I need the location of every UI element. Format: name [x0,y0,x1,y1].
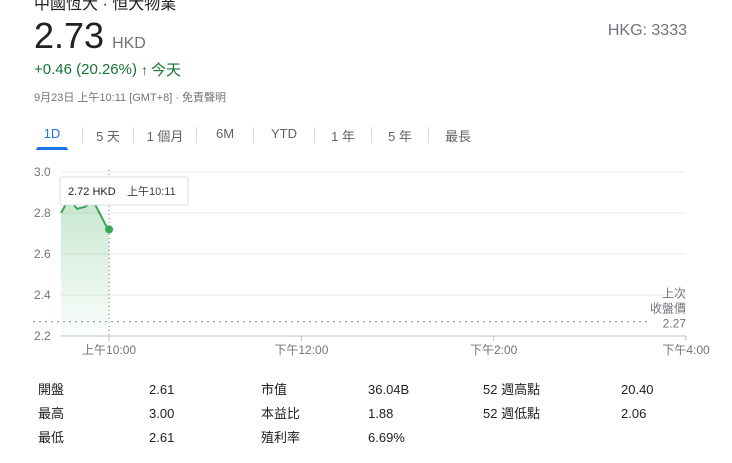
current-price: 2.73 [34,15,105,56]
stat-value: 2.06 [621,406,647,421]
y-tick-label: 3.0 [34,165,51,179]
tab-1d[interactable]: 1D [34,118,70,150]
y-tick-label: 2.2 [34,329,51,343]
stat-value: 6.69% [368,430,405,445]
price-chart[interactable]: 3.0 2.8 2.6 2.4 2.2 上午10:00 下午12:00 下午2:00 下午4:0… [0,160,732,365]
ticker-symbol: HKG: 3333 [607,22,687,39]
x-tick-label: 下午2:00 [470,343,518,357]
y-tick-label: 2.6 [34,247,51,261]
x-tick-label: 下午4:00 [662,343,710,357]
up-arrow-icon: ↑ [141,61,148,78]
previous-close-value: 2.27 [663,317,687,331]
change-value: +0.46 (20.26%) [34,61,137,78]
stat-label: 開盤 [38,382,65,397]
tab-6m[interactable]: 6M [197,118,253,150]
stat-value: 2.61 [149,430,175,445]
price-block: 2.73 HKD [34,16,146,56]
previous-close-label: 收盤價 [650,302,686,316]
page-title: 中國恆大 · 恒大物業 [34,0,177,13]
stat-label: 市值 [261,382,288,397]
tooltip-time: 上午10:11 [127,185,176,198]
tab-1y[interactable]: 1 年 [315,118,371,150]
stat-label: 52 週低點 [483,406,541,421]
currency-label: HKD [112,35,146,52]
tab-max[interactable]: 最長 [429,118,487,150]
stat-value: 20.40 [621,382,654,397]
stat-label: 最低 [38,430,65,445]
tab-1m[interactable]: 1 個月 [134,118,196,150]
y-tick-label: 2.8 [34,206,51,220]
tooltip-price: 2.72 HKD [68,186,116,198]
stat-value: 3.00 [149,406,175,421]
stat-label: 最高 [38,406,65,421]
stat-value: 1.88 [368,406,394,421]
x-tick-label: 下午12:00 [274,343,328,357]
change-period: 今天 [151,62,182,79]
previous-close-label: 上次 [662,287,686,301]
tab-ytd[interactable]: YTD [254,118,314,150]
stat-label: 殖利率 [261,430,301,445]
tab-5y[interactable]: 5 年 [372,118,428,150]
x-tick-label: 上午10:00 [82,343,136,357]
timestamp-disclaimer[interactable]: 9月23日 上午10:11 [GMT+8] · 免責聲明 [34,89,226,105]
stat-value: 2.61 [149,382,175,397]
tab-5d[interactable]: 5 天 [83,118,133,150]
y-tick-label: 2.4 [34,288,51,302]
stat-label: 52 週高點 [483,382,541,397]
stat-label: 本益比 [261,406,301,421]
hover-point [105,225,114,234]
price-change: +0.46 (20.26%) ↑ 今天 [34,59,181,80]
stat-value: 36.04B [368,382,410,397]
range-tabs: 1D 5 天 1 個月 6M YTD 1 年 5 年 最長 [34,118,487,150]
